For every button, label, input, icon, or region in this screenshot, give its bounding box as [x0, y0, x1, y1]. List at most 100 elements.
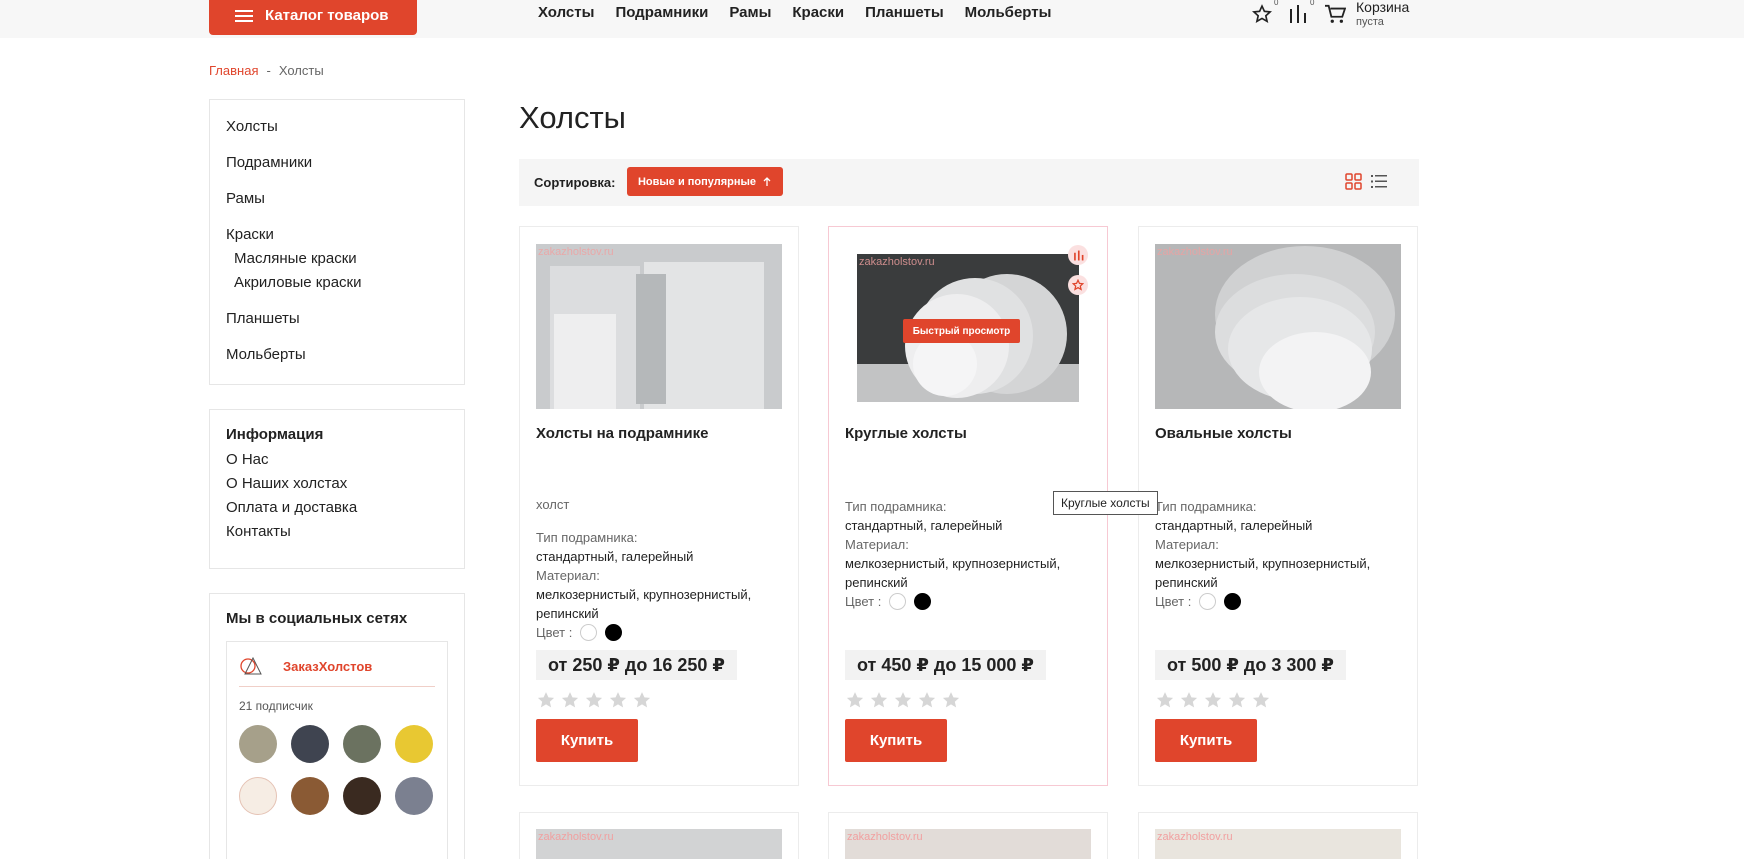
avatar[interactable]	[239, 725, 277, 763]
product-name[interactable]: Холсты на подрамнике	[536, 425, 708, 442]
info-link-contacts[interactable]: Контакты	[226, 523, 448, 547]
sidebar-subitem-oil-paints[interactable]: Масляные краски	[226, 250, 448, 274]
quick-view-button[interactable]: Быстрый просмотр	[903, 319, 1020, 343]
avatar[interactable]	[291, 725, 329, 763]
favorites-count: 0	[1274, 0, 1279, 7]
info-link-our-canvas[interactable]: О Наших холстах	[226, 475, 448, 499]
info-link-payment-delivery[interactable]: Оплата и доставка	[226, 499, 448, 523]
product-card[interactable]: zakazholstov.ru Овальные холсты Тип подр…	[1138, 226, 1418, 786]
cart-summary[interactable]: Корзина пуста	[1356, 0, 1409, 28]
product-card[interactable]: zakazholstov.ru	[1138, 812, 1418, 859]
frame-value: стандартный, галерейный	[1155, 518, 1313, 533]
sort-value: Новые и популярные	[637, 175, 757, 188]
product-image[interactable]: zakazholstov.ru	[1155, 829, 1401, 859]
nav-item-boards[interactable]: Планшеты	[865, 4, 944, 21]
nav-item-paints[interactable]: Краски	[792, 4, 844, 21]
star-icon	[918, 692, 936, 708]
color-swatch-white[interactable]	[1199, 593, 1217, 610]
star-icon	[1228, 692, 1246, 708]
avatar[interactable]	[343, 777, 381, 815]
page-title: Холсты	[519, 100, 626, 135]
product-name[interactable]: Круглые холсты	[845, 425, 967, 442]
sidebar-item-frames[interactable]: Рамы	[226, 190, 448, 226]
product-price: от 250 ₽ до 16 250 ₽	[536, 650, 737, 680]
frame-label: Тип подрамника:	[536, 530, 638, 545]
vk-group-name[interactable]: ЗаказХолстов	[283, 659, 372, 674]
color-swatch-black[interactable]	[605, 624, 623, 641]
buy-button[interactable]: Купить	[845, 719, 947, 762]
compare-button[interactable]	[1068, 245, 1088, 265]
star-icon	[894, 692, 912, 708]
rating-stars[interactable]	[1155, 690, 1271, 710]
product-image[interactable]: zakazholstov.ru	[536, 244, 782, 409]
product-image[interactable]: zakazholstov.ru	[845, 829, 1091, 859]
rating-stars[interactable]	[845, 690, 961, 710]
list-view-icon[interactable]	[1370, 173, 1388, 190]
buy-button[interactable]: Купить	[1155, 719, 1257, 762]
star-icon	[1252, 4, 1272, 23]
catalog-button[interactable]: Каталог товаров	[209, 0, 417, 35]
breadcrumb: Главная - Холсты	[209, 63, 324, 78]
vk-widget: ЗаказХолстов 21 подписчик	[226, 641, 448, 859]
product-image[interactable]: zakazholstov.ru Быстрый просмотр	[857, 254, 1079, 402]
info-link-about[interactable]: О Нас	[226, 451, 448, 475]
color-options: Цвет :	[536, 623, 786, 642]
star-icon	[585, 692, 603, 708]
color-label: Цвет :	[845, 594, 882, 609]
category-menu: Холсты Подрамники Рамы Краски Масляные к…	[209, 99, 465, 385]
breadcrumb-home[interactable]: Главная	[209, 63, 258, 78]
social-title: Мы в социальных сетях	[226, 610, 408, 627]
product-image[interactable]: zakazholstov.ru	[536, 829, 782, 859]
product-props: Тип подрамника: стандартный, галерейный …	[1155, 497, 1405, 611]
favorites-button[interactable]: 0	[1252, 0, 1288, 30]
nav-item-easels[interactable]: Мольберты	[965, 4, 1052, 21]
sidebar-item-paints[interactable]: Краски	[226, 226, 448, 250]
star-icon	[1180, 692, 1198, 708]
frame-value: стандартный, галерейный	[845, 518, 1003, 533]
nav-item-frames[interactable]: Рамы	[729, 4, 771, 21]
watermark: zakazholstov.ru	[1157, 831, 1233, 843]
color-swatch-black[interactable]	[1224, 593, 1242, 610]
avatar[interactable]	[291, 777, 329, 815]
sidebar-item-stretchers[interactable]: Подрамники	[226, 154, 448, 190]
product-card[interactable]: zakazholstov.ru	[519, 812, 799, 859]
avatar[interactable]	[395, 777, 433, 815]
product-image[interactable]: zakazholstov.ru	[1155, 244, 1401, 409]
info-box: Информация О Нас О Наших холстах Оплата …	[209, 409, 465, 569]
color-swatch-black[interactable]	[914, 593, 932, 610]
star-icon	[1204, 692, 1222, 708]
catalog-label: Каталог товаров	[265, 7, 389, 24]
product-name[interactable]: Овальные холсты	[1155, 425, 1292, 442]
cart-button[interactable]	[1324, 2, 1352, 30]
favorite-button[interactable]	[1068, 275, 1088, 295]
star-icon	[561, 692, 579, 708]
info-title: Информация	[226, 426, 324, 443]
product-props: Тип подрамника: стандартный, галерейный …	[536, 528, 786, 642]
compare-button[interactable]: 0	[1288, 0, 1324, 30]
nav-item-stretchers[interactable]: Подрамники	[615, 4, 708, 21]
watermark: zakazholstov.ru	[538, 831, 614, 843]
product-card[interactable]: zakazholstov.ru	[828, 812, 1108, 859]
sidebar-item-boards[interactable]: Планшеты	[226, 310, 448, 346]
cart-status: пуста	[1356, 16, 1384, 28]
grid-view-icon[interactable]	[1345, 173, 1362, 190]
sort-dropdown[interactable]: Новые и популярные	[627, 167, 783, 196]
avatar[interactable]	[239, 777, 277, 815]
site-header: Каталог товаров Холсты Подрамники Рамы К…	[0, 0, 1744, 38]
sidebar-item-easels[interactable]: Мольберты	[226, 346, 448, 382]
rating-stars[interactable]	[536, 690, 652, 710]
color-swatch-white[interactable]	[889, 593, 907, 610]
frame-label: Тип подрамника:	[1155, 499, 1257, 514]
product-price: от 450 ₽ до 15 000 ₽	[845, 650, 1046, 680]
compare-icon	[1073, 250, 1083, 260]
star-icon	[1156, 692, 1174, 708]
nav-item-canvas[interactable]: Холсты	[538, 4, 594, 21]
sidebar-subitem-acrylic-paints[interactable]: Акриловые краски	[226, 274, 448, 310]
avatar[interactable]	[343, 725, 381, 763]
buy-button[interactable]: Купить	[536, 719, 638, 762]
compare-count: 0	[1310, 0, 1315, 7]
avatar[interactable]	[395, 725, 433, 763]
sidebar-item-canvas[interactable]: Холсты	[226, 118, 448, 154]
color-swatch-white[interactable]	[580, 624, 598, 641]
product-card[interactable]: zakazholstov.ru Холсты на подрамнике хол…	[519, 226, 799, 786]
